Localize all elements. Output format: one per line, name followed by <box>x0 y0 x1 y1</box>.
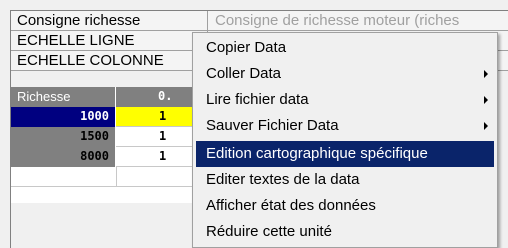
menu-item-label: Editer textes de la data <box>206 171 360 188</box>
menu-item-editer-textes[interactable]: Editer textes de la data <box>196 167 494 193</box>
menu-item-coller-data[interactable]: Coller Data <box>196 61 494 87</box>
grid-row-header[interactable]: 1000 <box>11 107 116 127</box>
property-name: ECHELLE LIGNE <box>11 31 208 50</box>
menu-item-label: Afficher état des données <box>206 197 376 214</box>
menu-item-sauver-fichier[interactable]: Sauver Fichier Data <box>196 113 494 139</box>
property-name: Consigne richesse <box>11 11 208 30</box>
menu-item-lire-fichier[interactable]: Lire fichier data <box>196 87 494 113</box>
grid-header-label: Richesse <box>11 87 116 107</box>
menu-item-copier-data[interactable]: Copier Data <box>196 35 494 61</box>
data-grid: Richesse 0. 1000 1 1500 1 8000 1 <box>11 87 219 203</box>
grid-row-header[interactable]: 8000 <box>11 147 116 167</box>
grid-divider <box>116 167 117 187</box>
menu-item-label: Edition cartographique spécifique <box>206 145 428 162</box>
submenu-arrow-icon <box>484 122 488 130</box>
menu-item-label: Copier Data <box>206 39 287 56</box>
context-menu: Copier Data Coller Data Lire fichier dat… <box>192 32 498 248</box>
menu-item-afficher-etat[interactable]: Afficher état des données <box>196 193 494 219</box>
menu-item-label: Lire fichier data <box>206 91 309 108</box>
menu-item-label: Réduire cette unité <box>206 223 332 240</box>
property-name: ECHELLE COLONNE <box>11 51 208 70</box>
grid-row-header[interactable]: 1500 <box>11 127 116 147</box>
menu-item-label: Coller Data <box>206 65 282 82</box>
property-row-consigne[interactable]: Consigne richesse Consigne de richesse m… <box>11 11 508 31</box>
submenu-arrow-icon <box>484 70 488 78</box>
submenu-arrow-icon <box>484 96 488 104</box>
menu-item-reduire-unite[interactable]: Réduire cette unité <box>196 219 494 245</box>
property-value: Consigne de richesse moteur (riches <box>215 12 460 29</box>
grid-empty-row <box>11 167 219 187</box>
menu-item-edition-cartographique[interactable]: Edition cartographique spécifique <box>196 141 494 167</box>
menu-item-label: Sauver Fichier Data <box>206 117 339 134</box>
